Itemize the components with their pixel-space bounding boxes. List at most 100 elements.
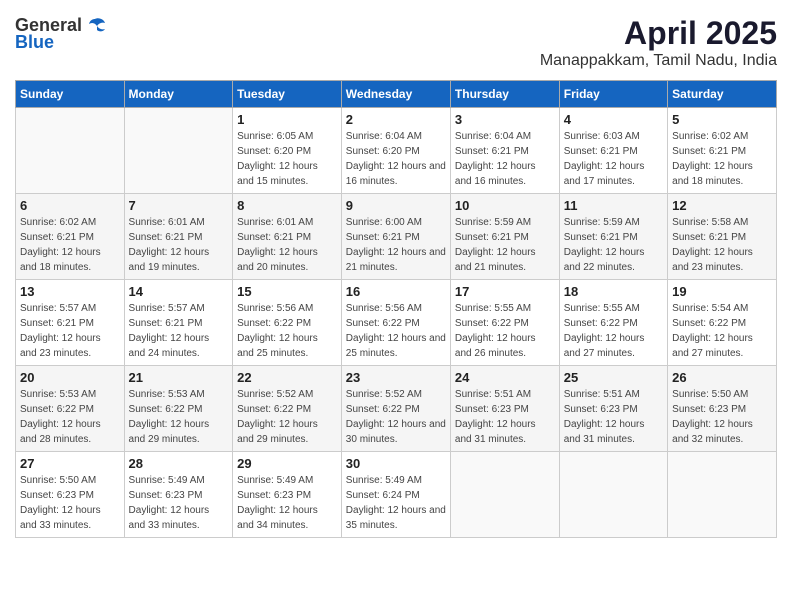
calendar-day-cell: 25Sunrise: 5:51 AMSunset: 6:23 PMDayligh… xyxy=(559,366,667,452)
calendar-week-row: 20 Sunrise: 5:53 AMSunset: 6:22 PMDayligh… xyxy=(16,366,777,452)
calendar-day-cell: 16Sunrise: 5:56 AMSunset: 6:22 PMDayligh… xyxy=(341,280,450,366)
sunset-text: Sunset: 6:22 PM xyxy=(455,316,555,331)
daylight-text: Daylight: 12 hours and 18 minutes. xyxy=(20,245,120,275)
daylight-text: Daylight: 12 hours and 28 minutes. xyxy=(20,417,120,447)
calendar-day-cell: 27 Sunrise: 5:50 AMSunset: 6:23 PMDayligh… xyxy=(16,452,125,538)
sunset-text: Sunset: 6:21 PM xyxy=(672,230,772,245)
day-info: Sunrise: 5:55 AMSunset: 6:22 PMDaylight:… xyxy=(455,301,555,361)
day-number: 17 xyxy=(455,284,555,299)
calendar-day-cell: 4Sunrise: 6:03 AMSunset: 6:21 PMDaylight… xyxy=(559,108,667,194)
calendar-day-cell: 23 Sunrise: 5:52 AMSunset: 6:22 PMDayligh… xyxy=(341,366,450,452)
calendar-week-row: 13Sunrise: 5:57 AMSunset: 6:21 PMDayligh… xyxy=(16,280,777,366)
sunrise-text: Sunrise: 6:04 AM xyxy=(346,129,446,144)
sunset-text: Sunset: 6:23 PM xyxy=(20,488,120,503)
title-area: April 2025 Manappakkam, Tamil Nadu, Indi… xyxy=(540,15,777,70)
daylight-text: Daylight: 12 hours and 16 minutes. xyxy=(346,159,446,189)
sunrise-text: Sunrise: 6:02 AM xyxy=(20,215,120,230)
day-number: 1 xyxy=(237,112,337,127)
sunrise-text: Sunrise: 5:49 AM xyxy=(129,473,229,488)
day-info: Sunrise: 5:53 AMSunset: 6:22 PMDaylight:… xyxy=(129,387,229,447)
daylight-text: Daylight: 12 hours and 15 minutes. xyxy=(237,159,337,189)
calendar-day-cell: 14 Sunrise: 5:57 AMSunset: 6:21 PMDayligh… xyxy=(124,280,233,366)
day-info: Sunrise: 5:49 AMSunset: 6:23 PMDaylight:… xyxy=(129,473,229,533)
day-number: 7 xyxy=(129,198,229,213)
calendar-day-cell: 21Sunrise: 5:53 AMSunset: 6:22 PMDayligh… xyxy=(124,366,233,452)
sunrise-text: Sunrise: 5:55 AM xyxy=(455,301,555,316)
day-number: 18 xyxy=(564,284,663,299)
sunrise-text: Sunrise: 6:05 AM xyxy=(237,129,337,144)
calendar-day-cell: 6Sunrise: 6:02 AMSunset: 6:21 PMDaylight… xyxy=(16,194,125,280)
day-info: Sunrise: 6:04 AMSunset: 6:20 PMDaylight:… xyxy=(346,129,446,189)
logo-blue-text: Blue xyxy=(15,32,54,53)
sunrise-text: Sunrise: 6:01 AM xyxy=(237,215,337,230)
calendar-day-cell: 3Sunrise: 6:04 AMSunset: 6:21 PMDaylight… xyxy=(450,108,559,194)
sunrise-text: Sunrise: 6:00 AM xyxy=(346,215,446,230)
sunrise-text: Sunrise: 5:57 AM xyxy=(20,301,120,316)
day-number: 11 xyxy=(564,198,663,213)
calendar-day-cell: 28 Sunrise: 5:49 AMSunset: 6:23 PMDayligh… xyxy=(124,452,233,538)
calendar-day-cell: 12Sunrise: 5:58 AMSunset: 6:21 PMDayligh… xyxy=(668,194,777,280)
day-info: Sunrise: 6:01 AMSunset: 6:21 PMDaylight:… xyxy=(237,215,337,275)
day-info: Sunrise: 6:02 AMSunset: 6:21 PMDaylight:… xyxy=(20,215,120,275)
daylight-text: Daylight: 12 hours and 18 minutes. xyxy=(672,159,772,189)
daylight-text: Daylight: 12 hours and 34 minutes. xyxy=(237,503,337,533)
day-info: Sunrise: 6:00 AMSunset: 6:21 PMDaylight:… xyxy=(346,215,446,275)
daylight-text: Daylight: 12 hours and 33 minutes. xyxy=(129,503,229,533)
sunset-text: Sunset: 6:21 PM xyxy=(129,230,229,245)
calendar-day-cell xyxy=(668,452,777,538)
day-info: Sunrise: 6:01 AMSunset: 6:21 PMDaylight:… xyxy=(129,215,229,275)
daylight-text: Daylight: 12 hours and 29 minutes. xyxy=(237,417,337,447)
daylight-text: Daylight: 12 hours and 25 minutes. xyxy=(237,331,337,361)
daylight-text: Daylight: 12 hours and 35 minutes. xyxy=(346,503,446,533)
day-number: 23 xyxy=(346,370,446,385)
calendar-day-cell: 8 Sunrise: 6:01 AMSunset: 6:21 PMDaylight… xyxy=(233,194,342,280)
calendar-day-cell xyxy=(124,108,233,194)
day-info: Sunrise: 5:57 AMSunset: 6:21 PMDaylight:… xyxy=(129,301,229,361)
day-number: 28 xyxy=(129,456,229,471)
sunrise-text: Sunrise: 5:52 AM xyxy=(237,387,337,402)
sunset-text: Sunset: 6:22 PM xyxy=(20,402,120,417)
sunrise-text: Sunrise: 5:51 AM xyxy=(455,387,555,402)
calendar-day-cell: 29Sunrise: 5:49 AMSunset: 6:23 PMDayligh… xyxy=(233,452,342,538)
sunrise-text: Sunrise: 5:50 AM xyxy=(20,473,120,488)
sunset-text: Sunset: 6:22 PM xyxy=(237,402,337,417)
daylight-text: Daylight: 12 hours and 29 minutes. xyxy=(129,417,229,447)
day-info: Sunrise: 5:57 AMSunset: 6:21 PMDaylight:… xyxy=(20,301,120,361)
month-title: April 2025 xyxy=(540,15,777,52)
daylight-text: Daylight: 12 hours and 27 minutes. xyxy=(672,331,772,361)
sunset-text: Sunset: 6:24 PM xyxy=(346,488,446,503)
sunset-text: Sunset: 6:22 PM xyxy=(129,402,229,417)
location-title: Manappakkam, Tamil Nadu, India xyxy=(540,52,777,70)
day-info: Sunrise: 5:52 AMSunset: 6:22 PMDaylight:… xyxy=(346,387,446,447)
sunrise-text: Sunrise: 5:54 AM xyxy=(672,301,772,316)
daylight-text: Daylight: 12 hours and 27 minutes. xyxy=(564,331,663,361)
day-number: 14 xyxy=(129,284,229,299)
daylight-text: Daylight: 12 hours and 21 minutes. xyxy=(455,245,555,275)
calendar-header-row: Sunday Monday Tuesday Wednesday Thursday… xyxy=(16,81,777,108)
day-number: 27 xyxy=(20,456,120,471)
sunset-text: Sunset: 6:21 PM xyxy=(20,230,120,245)
calendar-day-cell: 11Sunrise: 5:59 AMSunset: 6:21 PMDayligh… xyxy=(559,194,667,280)
calendar-day-cell: 9Sunrise: 6:00 AMSunset: 6:21 PMDaylight… xyxy=(341,194,450,280)
sunrise-text: Sunrise: 5:52 AM xyxy=(346,387,446,402)
day-number: 8 xyxy=(237,198,337,213)
calendar-day-cell xyxy=(559,452,667,538)
day-info: Sunrise: 5:50 AMSunset: 6:23 PMDaylight:… xyxy=(672,387,772,447)
sunset-text: Sunset: 6:21 PM xyxy=(129,316,229,331)
day-number: 29 xyxy=(237,456,337,471)
day-number: 3 xyxy=(455,112,555,127)
sunrise-text: Sunrise: 5:49 AM xyxy=(346,473,446,488)
day-number: 20 xyxy=(20,370,120,385)
day-number: 30 xyxy=(346,456,446,471)
daylight-text: Daylight: 12 hours and 33 minutes. xyxy=(20,503,120,533)
day-info: Sunrise: 5:53 AMSunset: 6:22 PMDaylight:… xyxy=(20,387,120,447)
header-saturday: Saturday xyxy=(668,81,777,108)
day-info: Sunrise: 5:59 AMSunset: 6:21 PMDaylight:… xyxy=(455,215,555,275)
sunrise-text: Sunrise: 6:04 AM xyxy=(455,129,555,144)
daylight-text: Daylight: 12 hours and 16 minutes. xyxy=(455,159,555,189)
day-info: Sunrise: 5:49 AMSunset: 6:24 PMDaylight:… xyxy=(346,473,446,533)
daylight-text: Daylight: 12 hours and 31 minutes. xyxy=(564,417,663,447)
day-number: 4 xyxy=(564,112,663,127)
day-number: 22 xyxy=(237,370,337,385)
sunset-text: Sunset: 6:23 PM xyxy=(672,402,772,417)
